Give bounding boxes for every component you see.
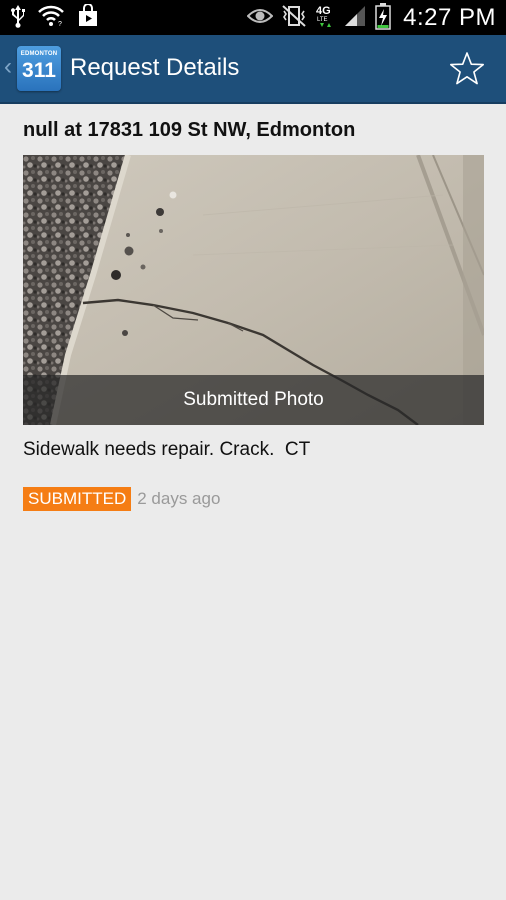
favorite-button[interactable] bbox=[448, 51, 486, 87]
battery-charging-icon bbox=[375, 2, 391, 35]
logo-number: 311 bbox=[22, 59, 56, 82]
svg-text:LTE: LTE bbox=[317, 17, 328, 23]
status-time-ago: 2 days ago bbox=[137, 489, 221, 508]
logo-city-label: EDMONTON bbox=[20, 51, 58, 57]
submitted-photo[interactable]: Submitted Photo bbox=[23, 155, 484, 425]
request-description: Sidewalk needs repair. Crack. CT bbox=[23, 439, 311, 460]
vibrate-icon bbox=[281, 4, 307, 33]
signal-icon bbox=[343, 4, 367, 33]
status-bar-left: ? bbox=[10, 2, 100, 33]
request-details: null at 17831 109 St NW, Edmonton Submit… bbox=[23, 118, 484, 511]
star-icon bbox=[450, 52, 484, 85]
status-row: SUBMITTED 2 days ago bbox=[23, 487, 220, 511]
request-address-title: null at 17831 109 St NW, Edmonton bbox=[23, 119, 356, 141]
eye-icon bbox=[246, 7, 274, 30]
page-title-actionbar: Request Details bbox=[70, 54, 240, 81]
usb-icon bbox=[10, 4, 26, 33]
play-store-icon bbox=[76, 2, 100, 33]
wifi-icon: ? bbox=[38, 5, 64, 32]
network-label: 4G bbox=[316, 5, 331, 17]
status-bar: ? 4G LTE 4:27 PM bbox=[0, 0, 506, 35]
app-logo[interactable]: EDMONTON 311 bbox=[17, 46, 61, 91]
action-bar: ‹ EDMONTON 311 Request Details bbox=[0, 35, 506, 104]
status-time: 4:27 PM bbox=[403, 4, 496, 31]
photo-caption: Submitted Photo bbox=[23, 375, 484, 425]
up-caret-icon[interactable]: ‹ bbox=[4, 55, 12, 79]
status-bar-right: 4G LTE 4:27 PM bbox=[246, 2, 496, 35]
svg-text:?: ? bbox=[58, 21, 62, 27]
status-badge: SUBMITTED bbox=[23, 487, 132, 511]
lte-4g-icon: 4G LTE bbox=[315, 3, 335, 34]
